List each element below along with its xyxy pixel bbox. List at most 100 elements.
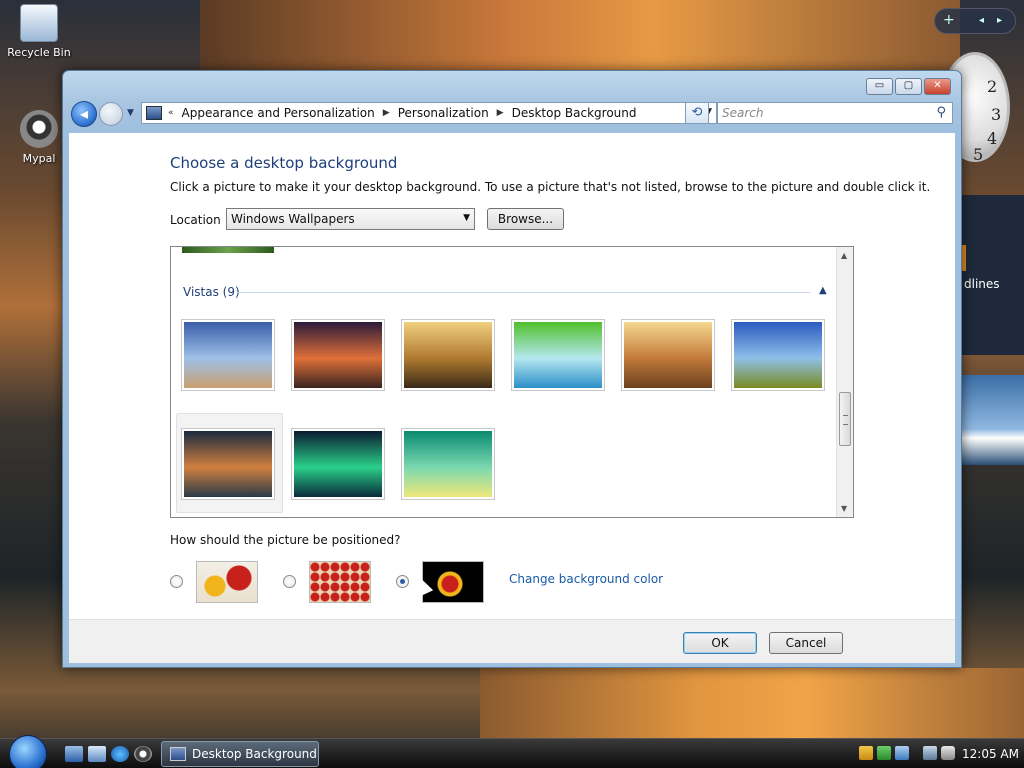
wallpaper-image xyxy=(404,431,492,497)
address-bar[interactable]: « Appearance and Personalization ▶ Perso… xyxy=(141,102,717,124)
switch-windows-icon[interactable] xyxy=(88,746,106,762)
wallpaper-image xyxy=(294,322,382,388)
gadget-next-button[interactable]: ▸ xyxy=(997,15,1002,26)
wallpaper-image xyxy=(404,322,492,388)
recycle-bin-icon xyxy=(20,4,58,42)
location-value: Windows Wallpapers xyxy=(231,212,355,226)
wallpaper-thumbnail-vista-golden-rocks[interactable] xyxy=(401,319,495,391)
wallpaper-image xyxy=(184,322,272,388)
desktop-wallpaper-bottom xyxy=(480,668,1024,738)
wallpaper-thumbnail-vista-sun-field[interactable] xyxy=(621,319,715,391)
chevron-down-icon: ▼ xyxy=(463,213,470,223)
page-title: Choose a desktop background xyxy=(170,154,398,172)
collapse-group-icon[interactable]: ▲ xyxy=(819,285,827,296)
search-input[interactable]: Search ⚲ xyxy=(717,102,953,124)
internet-explorer-icon[interactable] xyxy=(111,746,129,762)
ok-button[interactable]: OK xyxy=(683,632,757,654)
group-title[interactable]: Vistas (9) xyxy=(183,285,240,299)
wallpaper-thumbnail-vista-palm-leaf[interactable] xyxy=(511,319,605,391)
back-button[interactable]: ◂ xyxy=(71,101,97,127)
wallpaper-image xyxy=(514,322,602,388)
clock-number: 4 xyxy=(987,129,998,148)
recycle-bin-label: Recycle Bin xyxy=(7,46,71,59)
wallpaper-image xyxy=(294,431,382,497)
position-fit-preview[interactable] xyxy=(196,561,258,603)
clock-number: 2 xyxy=(987,77,998,96)
breadcrumb-chevron-icon[interactable]: ▶ xyxy=(383,108,390,118)
volume-muted-icon[interactable] xyxy=(941,746,955,760)
position-center-radio[interactable] xyxy=(396,575,409,588)
position-fit-radio[interactable] xyxy=(170,575,183,588)
wallpaper-image xyxy=(624,322,712,388)
caption-buttons: ▭ ▢ ✕ xyxy=(866,78,951,95)
refresh-button[interactable]: ⟲ xyxy=(685,102,709,124)
gallery-scrollbar[interactable]: ▲ ▼ xyxy=(836,247,853,517)
close-button[interactable]: ✕ xyxy=(924,78,951,95)
mypal-label: Mypal xyxy=(22,152,56,165)
scroll-up-icon[interactable]: ▲ xyxy=(841,251,847,260)
group-divider xyxy=(237,292,810,293)
desktop-wallpaper-top xyxy=(200,0,960,70)
show-desktop-icon[interactable] xyxy=(65,746,83,762)
control-panel-icon xyxy=(170,747,186,761)
dialog-footer: OK Cancel xyxy=(69,619,955,663)
security-shield-icon[interactable] xyxy=(859,746,873,760)
wallpaper-thumbnail-vista-river-mountains[interactable] xyxy=(181,319,275,391)
position-tile-preview[interactable] xyxy=(309,561,371,603)
network-icon[interactable] xyxy=(895,746,909,760)
wallpaper-thumbnail-vista-green-hills[interactable] xyxy=(731,319,825,391)
taskbar: Desktop Background 12:05 AM xyxy=(0,735,1024,768)
breadcrumb-personalization[interactable]: Personalization xyxy=(398,106,489,120)
recycle-bin-desktop-icon[interactable]: Recycle Bin xyxy=(4,4,74,59)
breadcrumb-desktop-background[interactable]: Desktop Background xyxy=(512,106,637,120)
taskbar-window-label: Desktop Background xyxy=(192,747,317,761)
content-pane: Choose a desktop background Click a pict… xyxy=(69,133,955,619)
search-placeholder: Search xyxy=(722,106,764,120)
feed-headlines-text: dlines xyxy=(964,277,1000,291)
breadcrumb-chevron-icon[interactable]: ▶ xyxy=(497,108,504,118)
feed-accent xyxy=(962,245,966,271)
wallpaper-image xyxy=(734,322,822,388)
scrollbar-thumb[interactable] xyxy=(839,392,851,446)
gadget-sidebar-controls: + ◂ ▸ xyxy=(934,8,1016,34)
breadcrumb-overflow-icon[interactable]: « xyxy=(168,108,174,118)
clock-number: 5 xyxy=(973,145,984,164)
search-icon[interactable]: ⚲ xyxy=(936,105,946,120)
wallpaper-thumbnail-vista-mountain-reflection[interactable] xyxy=(181,428,275,500)
display-icon[interactable] xyxy=(923,746,937,760)
forward-button[interactable] xyxy=(99,102,123,126)
feed-headlines-gadget[interactable]: dlines xyxy=(962,195,1024,355)
desktop-background-window: ▭ ▢ ✕ ◂ ▼ « Appearance and Personalizati… xyxy=(62,70,962,668)
wallpaper-image xyxy=(184,431,272,497)
breadcrumb-appearance[interactable]: Appearance and Personalization xyxy=(182,106,375,120)
clock-time[interactable]: 12:05 AM xyxy=(962,747,1019,761)
raccoon-icon xyxy=(20,110,58,148)
wallpaper-thumbnail-vista-aurora[interactable] xyxy=(291,428,385,500)
gadget-prev-button[interactable]: ◂ xyxy=(979,15,984,26)
start-button[interactable] xyxy=(9,735,47,768)
cancel-button[interactable]: Cancel xyxy=(769,632,843,654)
scroll-down-icon[interactable]: ▼ xyxy=(841,504,847,513)
position-tile-radio[interactable] xyxy=(283,575,296,588)
recent-pages-dropdown[interactable]: ▼ xyxy=(127,108,134,118)
position-question: How should the picture be positioned? xyxy=(170,533,401,547)
system-tray: 12:05 AM xyxy=(855,743,1024,765)
location-label: Location xyxy=(170,213,221,227)
wallpaper-thumbnail-vista-sunset-hills[interactable] xyxy=(291,319,385,391)
wallpaper-thumbnail-vista-green-glow[interactable] xyxy=(401,428,495,500)
change-background-color-link[interactable]: Change background color xyxy=(509,572,663,586)
location-select[interactable]: Windows Wallpapers ▼ xyxy=(226,208,475,230)
page-description: Click a picture to make it your desktop … xyxy=(170,180,931,194)
taskbar-desktop-background[interactable]: Desktop Background xyxy=(161,741,319,767)
mypal-quicklaunch-icon[interactable] xyxy=(134,746,152,762)
browse-button[interactable]: Browse... xyxy=(487,208,564,230)
clock-number: 3 xyxy=(991,105,1002,124)
add-gadget-button[interactable]: + xyxy=(943,12,955,28)
partial-thumbnail[interactable] xyxy=(182,247,274,253)
slideshow-gadget[interactable] xyxy=(962,375,1024,465)
wallpaper-gallery[interactable]: Vistas (9) ▲ ▲ ▼ xyxy=(170,246,854,518)
position-center-preview[interactable] xyxy=(422,561,484,603)
update-icon[interactable] xyxy=(877,746,891,760)
maximize-button[interactable]: ▢ xyxy=(895,78,922,95)
minimize-button[interactable]: ▭ xyxy=(866,78,893,95)
